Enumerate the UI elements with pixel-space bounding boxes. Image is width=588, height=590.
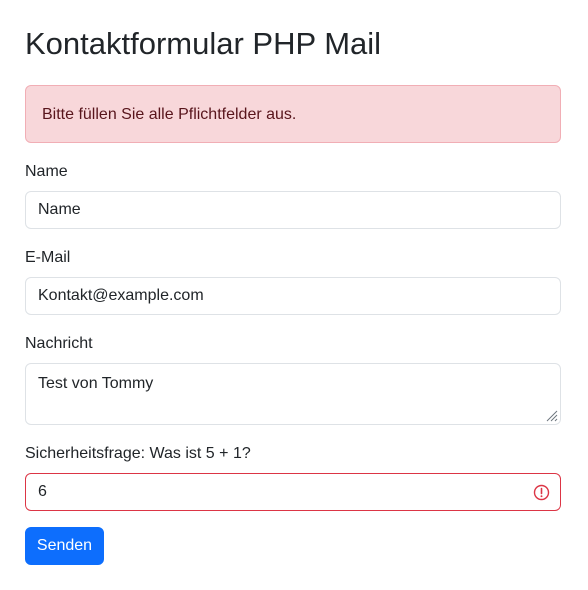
error-alert-message: Bitte füllen Sie alle Pflichtfelder aus.	[42, 106, 297, 123]
email-input-value: Kontakt@example.com	[38, 287, 204, 304]
email-label: E-Mail	[25, 249, 71, 266]
exclamation-circle-icon	[533, 484, 550, 501]
message-textarea-value: Test von Tommy	[38, 375, 154, 392]
error-alert: Bitte füllen Sie alle Pflichtfelder aus.	[25, 85, 561, 143]
captcha-input[interactable]: 6	[25, 473, 561, 511]
captcha-label: Sicherheitsfrage: Was ist 5 + 1?	[25, 445, 251, 462]
page-title: Kontaktformular PHP Mail	[25, 26, 382, 61]
name-input[interactable]: Name	[25, 191, 561, 229]
email-input[interactable]: Kontakt@example.com	[25, 277, 561, 315]
captcha-input-value: 6	[38, 483, 47, 500]
resize-grip-icon[interactable]	[544, 408, 558, 422]
message-label: Nachricht	[25, 335, 93, 352]
name-input-value: Name	[38, 201, 81, 218]
message-textarea[interactable]: Test von Tommy	[25, 363, 561, 425]
name-label: Name	[25, 163, 68, 180]
submit-button[interactable]: Senden	[25, 527, 104, 565]
